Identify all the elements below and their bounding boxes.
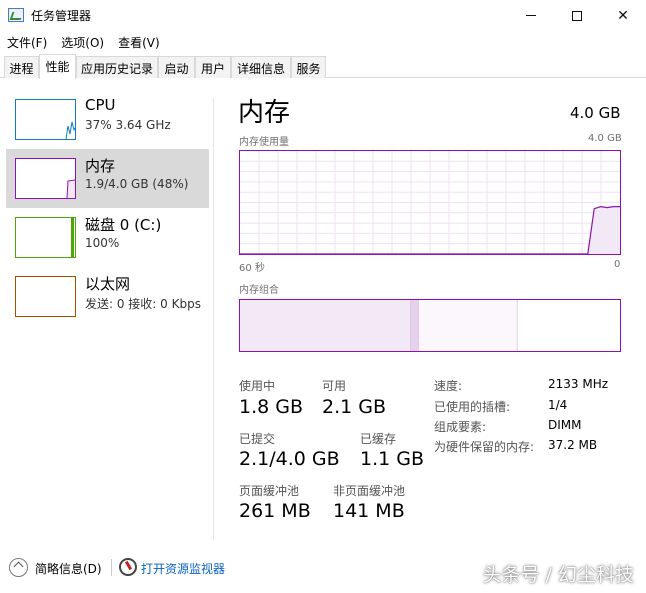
memory-composition-bar: [239, 299, 621, 352]
sidebar-item-detail: 37% 3.64 GHz: [85, 118, 171, 132]
nonpaged-pool-label: 非页面缓冲池: [333, 484, 406, 498]
hardware-reserved-value: 37.2 MB: [548, 438, 598, 452]
in-use-value: 1.8 GB: [239, 396, 304, 418]
disk-thumbnail-graph: [15, 217, 76, 258]
window-title: 任务管理器: [31, 9, 92, 23]
open-resource-monitor-link[interactable]: 打开资源监视器: [141, 560, 225, 577]
paged-pool-label: 页面缓冲池: [239, 484, 300, 498]
title-bar: 任务管理器 ✕: [0, 0, 646, 31]
ethernet-thumbnail-graph: [15, 276, 76, 317]
resource-monitor-icon[interactable]: [119, 558, 137, 576]
tab-services[interactable]: 服务: [291, 56, 326, 78]
in-use-segment: [240, 300, 411, 351]
slots-value: 1/4: [548, 398, 568, 412]
committed-value: 2.1/4.0 GB: [239, 448, 340, 470]
hardware-reserved-label: 为硬件保留的内存:: [434, 440, 535, 454]
sidebar-item-cpu[interactable]: CPU 37% 3.64 GHz: [6, 90, 209, 149]
footer-separator: [111, 559, 112, 576]
sidebar-item-name: 内存: [85, 157, 116, 175]
speed-value: 2133 MHz: [548, 377, 609, 391]
cached-value: 1.1 GB: [360, 448, 425, 470]
sidebar-item-detail: 发送: 0 接收: 0 Kbps: [85, 297, 201, 311]
available-value: 2.1 GB: [322, 396, 387, 418]
sidebar-item-detail: 100%: [85, 236, 120, 250]
total-memory: 4.0 GB: [570, 104, 621, 122]
nonpaged-pool-value: 141 MB: [333, 500, 405, 522]
panel-divider: [213, 98, 214, 540]
sidebar-item-disk[interactable]: 磁盘 0 (C:) 100%: [6, 208, 209, 267]
chevron-up-icon[interactable]: [9, 558, 28, 577]
performance-sidebar: CPU 37% 3.64 GHz 内存 1.9/4.0 GB (48%) 磁盘 …: [0, 90, 214, 540]
speed-label: 速度:: [434, 379, 463, 393]
composition-label: 内存组合: [239, 285, 279, 296]
usage-chart-max-label: 4.0 GB: [588, 133, 622, 144]
task-manager-icon: [8, 8, 24, 22]
tab-details[interactable]: 详细信息: [231, 56, 291, 78]
sidebar-item-name: 以太网: [85, 275, 131, 293]
tab-bar: 进程 性能 应用历史记录 启动 用户 详细信息 服务: [0, 54, 646, 79]
available-label: 可用: [322, 379, 347, 393]
form-factor-value: DIMM: [548, 418, 582, 432]
usage-chart-zero-label: 0: [614, 259, 621, 270]
watermark: 头条号 / 幻尘科技: [482, 564, 634, 586]
page-title: 内存: [238, 98, 291, 128]
sidebar-item-detail: 1.9/4.0 GB (48%): [85, 177, 189, 191]
sidebar-item-memory[interactable]: 内存 1.9/4.0 GB (48%): [6, 149, 209, 208]
memory-thumbnail-graph: [15, 158, 76, 199]
footer-bar: 简略信息(D) 打开资源监视器 头条号 / 幻尘科技: [0, 550, 646, 586]
sidebar-item-name: 磁盘 0 (C:): [85, 216, 162, 234]
composition-segments: [240, 300, 620, 351]
usage-chart-plot: [240, 151, 620, 254]
free-segment: [517, 300, 620, 351]
maximize-icon: [572, 10, 582, 21]
cached-label: 已缓存: [360, 432, 397, 446]
standby-segment: [418, 300, 518, 351]
menu-view[interactable]: 查看(V): [111, 31, 167, 53]
memory-usage-chart: [239, 150, 621, 255]
tab-performance[interactable]: 性能: [39, 54, 76, 79]
usage-chart-time-label: 60 秒: [239, 263, 265, 274]
maximize-button[interactable]: [554, 0, 600, 31]
tab-users[interactable]: 用户: [195, 56, 231, 78]
close-button[interactable]: ✕: [600, 0, 646, 31]
tab-processes[interactable]: 进程: [4, 56, 39, 78]
tab-app-history[interactable]: 应用历史记录: [76, 56, 158, 78]
minimize-icon: [526, 15, 536, 16]
cpu-thumbnail-graph: [15, 99, 76, 140]
modified-segment: [411, 300, 419, 351]
menu-options[interactable]: 选项(O): [54, 31, 111, 53]
usage-chart-label: 内存使用量: [239, 137, 289, 148]
menu-file[interactable]: 文件(F): [0, 31, 54, 53]
minimize-button[interactable]: [508, 0, 554, 31]
tab-startup[interactable]: 启动: [158, 56, 195, 78]
paged-pool-value: 261 MB: [239, 500, 311, 522]
sidebar-item-ethernet[interactable]: 以太网 发送: 0 接收: 0 Kbps: [6, 267, 209, 326]
fewer-details-button[interactable]: 简略信息(D): [35, 560, 102, 577]
close-icon: ✕: [617, 7, 629, 24]
menu-bar: 文件(F) 选项(O) 查看(V): [0, 31, 646, 53]
sidebar-item-name: CPU: [85, 96, 116, 114]
in-use-label: 使用中: [239, 379, 276, 393]
slots-label: 已使用的插槽:: [434, 400, 511, 414]
committed-label: 已提交: [239, 432, 276, 446]
form-factor-label: 组成要素:: [434, 420, 487, 434]
